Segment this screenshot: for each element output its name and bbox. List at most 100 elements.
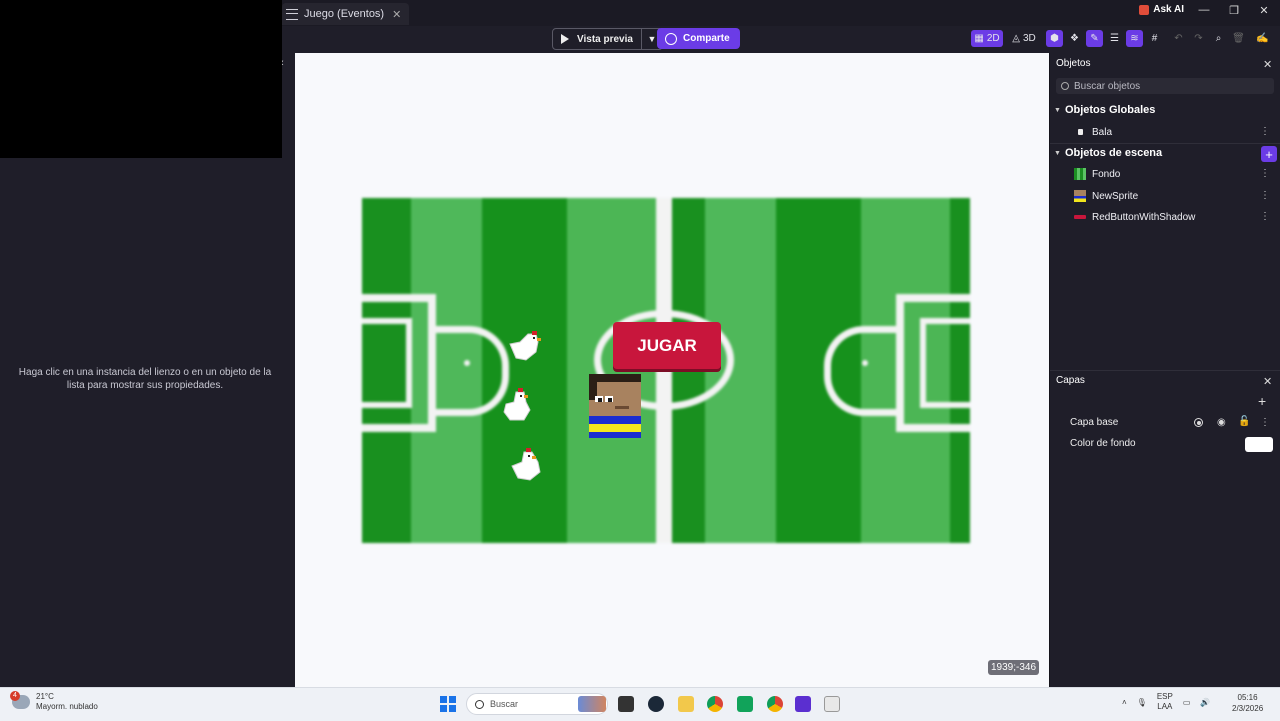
chicken-sprite[interactable]	[510, 446, 544, 482]
app-icon[interactable]	[737, 696, 753, 712]
chicken-sprite[interactable]	[502, 388, 534, 422]
tab-label: Juego (Eventos)	[304, 8, 385, 20]
cube-outline-icon: ◬	[1012, 33, 1020, 44]
divider	[1050, 143, 1280, 144]
globe-icon	[665, 32, 677, 45]
soccer-field-sprite[interactable]	[362, 198, 970, 543]
chevron-up-icon[interactable]: ˄	[1122, 698, 1127, 707]
add-layer-icon[interactable]: +	[1258, 393, 1266, 409]
close-window-button[interactable]: ✕	[1248, 0, 1280, 20]
object-item-fondo[interactable]: Fondo ⋮	[1074, 165, 1274, 183]
properties-hint: Haga clic en una instancia del lienzo o …	[18, 367, 272, 391]
bullet-thumb-icon	[1074, 129, 1086, 135]
network-icon[interactable]: ▭	[1183, 698, 1191, 707]
object-item-newsprite[interactable]: NewSprite ⋮	[1074, 187, 1274, 205]
share-label: Comparte	[683, 33, 730, 44]
gdevelop-icon[interactable]	[795, 696, 811, 712]
player-sprite[interactable]	[587, 374, 643, 438]
more-options-icon[interactable]: ⋮	[1260, 168, 1270, 179]
object-label: Fondo	[1092, 168, 1121, 180]
system-tray: ˄ 🎙 ESP LAA ▭ 🔊	[1122, 692, 1210, 712]
ask-ai-icon	[1139, 4, 1150, 15]
add-object-button[interactable]: +	[1261, 146, 1277, 162]
layers-icon[interactable]: ≋	[1126, 30, 1143, 47]
cursor-coordinates: 1939;-346	[988, 660, 1040, 675]
object-label: RedButtonWithShadow	[1092, 211, 1196, 223]
more-options-icon[interactable]: ⋮	[1260, 417, 1270, 428]
cloud-icon: 4	[10, 691, 30, 709]
search-icon	[475, 699, 484, 709]
object-label: NewSprite	[1092, 190, 1139, 202]
mode-3d-label: 3D	[1022, 33, 1036, 44]
play-game-button[interactable]: JUGAR	[613, 322, 721, 369]
caret-down-icon: ▼	[1054, 149, 1061, 157]
chicken-sprite[interactable]	[506, 330, 542, 362]
object-item-bala[interactable]: Bala ⋮	[1074, 123, 1274, 141]
redo-icon[interactable]: ↷	[1190, 30, 1207, 47]
background-color-swatch[interactable]	[1245, 437, 1273, 452]
objects-group-icon[interactable]: ❖	[1066, 30, 1083, 47]
target-layer-icon[interactable]	[1194, 418, 1203, 427]
share-button[interactable]: Comparte	[657, 28, 740, 49]
notification-badge: 4	[10, 691, 20, 701]
trash-icon[interactable]: 🗑	[1230, 30, 1247, 47]
tab-juego-eventos[interactable]: Juego (Eventos) ✕	[282, 3, 410, 25]
clock-date: 2/3/2026	[1232, 704, 1264, 713]
more-options-icon[interactable]: ⋮	[1260, 211, 1270, 222]
sprite-thumb-icon	[1074, 190, 1086, 202]
edit-pencil-icon[interactable]: ✎	[1086, 30, 1103, 47]
mode-3d-toggle[interactable]: ◬ 3D	[1010, 30, 1038, 47]
chrome-profile-icon[interactable]	[767, 696, 783, 712]
close-tab-icon[interactable]: ✕	[392, 8, 401, 21]
file-explorer-icon[interactable]	[678, 696, 694, 712]
clock-time: 05:16	[1237, 693, 1258, 702]
taskbar-search-label: Buscar	[490, 699, 519, 709]
preview-button[interactable]: Vista previa ▼	[552, 28, 663, 50]
weather-widget[interactable]: 4 21°C Mayorm. nublado	[10, 691, 98, 712]
object-item-redbuttonwithshadow[interactable]: RedButtonWithShadow ⋮	[1074, 208, 1274, 226]
visibility-eye-icon[interactable]: ◉	[1217, 417, 1226, 428]
undo-icon[interactable]: ↶	[1170, 30, 1187, 47]
edit-note-icon[interactable]: ✍	[1254, 30, 1271, 47]
system-clock[interactable]: 05:16 2/3/2026	[1232, 692, 1263, 714]
snipping-tool-icon[interactable]	[824, 696, 840, 712]
grid-icon: ▦	[974, 33, 984, 44]
lock-icon[interactable]: 🔓	[1238, 416, 1250, 427]
more-options-icon[interactable]: ⋮	[1260, 190, 1270, 201]
mode-2d-toggle[interactable]: ▦ 2D	[971, 30, 1003, 47]
events-icon	[286, 8, 298, 20]
windows-start-icon[interactable]	[440, 696, 456, 712]
minimize-button[interactable]: —	[1188, 0, 1220, 20]
language-indicator[interactable]: ESP LAA	[1157, 692, 1173, 712]
preview-label: Vista previa	[577, 33, 633, 45]
background-color-label: Color de fondo	[1070, 438, 1136, 449]
global-objects-group[interactable]: ▼ Objetos Globales	[1054, 104, 1155, 116]
steam-icon[interactable]	[648, 696, 664, 712]
zoom-icon[interactable]: ⌕	[1210, 30, 1227, 47]
volume-icon[interactable]: 🔊	[1200, 698, 1210, 707]
blank-overlay	[0, 0, 282, 158]
more-options-icon[interactable]: ⋮	[1260, 126, 1270, 137]
group-label: Objetos Globales	[1064, 104, 1156, 116]
grid-hash-icon[interactable]: #	[1146, 30, 1163, 47]
close-objects-panel-icon[interactable]: ✕	[1263, 58, 1272, 71]
chrome-icon[interactable]	[707, 696, 723, 712]
red-button-thumb-icon	[1074, 215, 1086, 219]
lang-bottom: LAA	[1157, 702, 1173, 711]
close-layers-panel-icon[interactable]: ✕	[1263, 375, 1272, 388]
cube-icon[interactable]: ⬢	[1046, 30, 1063, 47]
group-label: Objetos de escena	[1064, 147, 1163, 159]
weather-temp: 21°C	[36, 692, 54, 701]
microphone-icon[interactable]: 🎙	[1137, 698, 1147, 707]
layers-panel-title: Capas	[1056, 375, 1085, 386]
weather-desc: Mayorm. nublado	[36, 702, 98, 711]
field-thumb-icon	[1074, 168, 1086, 180]
list-icon[interactable]: ☰	[1106, 30, 1123, 47]
task-view-icon[interactable]	[618, 696, 634, 712]
layer-base-label[interactable]: Capa base	[1070, 417, 1118, 428]
ask-ai-button[interactable]: Ask AI	[1139, 4, 1184, 15]
search-icon	[1061, 82, 1069, 90]
scene-objects-group[interactable]: ▼ Objetos de escena	[1054, 147, 1162, 159]
object-search-input[interactable]: Buscar objetos	[1056, 78, 1274, 94]
maximize-button[interactable]: ❐	[1218, 0, 1250, 20]
